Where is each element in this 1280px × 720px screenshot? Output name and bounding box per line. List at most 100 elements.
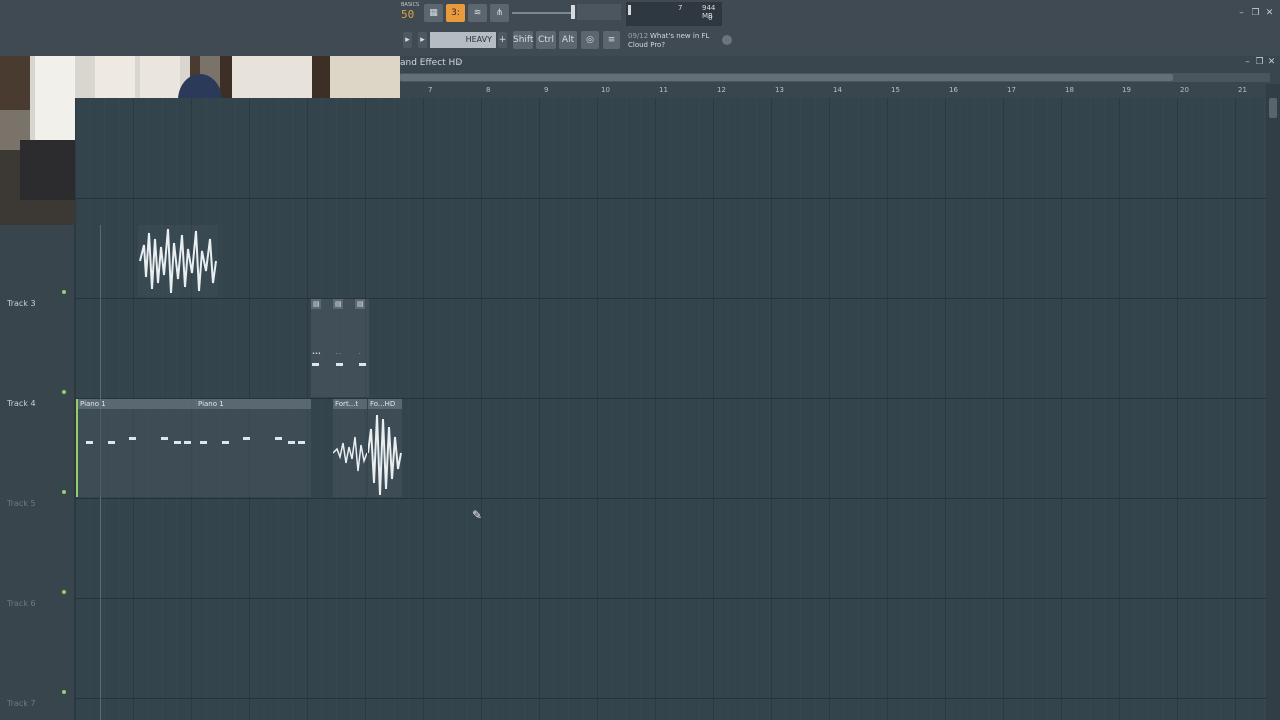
track-2-indicator[interactable]	[62, 290, 66, 294]
clip-title: Piano 1	[78, 399, 197, 409]
ruler-mark: 10	[601, 86, 610, 94]
pitch-slider[interactable]	[577, 4, 621, 20]
tempo-display[interactable]: 50	[401, 8, 414, 21]
toolbar: BASICS 50 ▦ 3: ≋ ⋔ 7 944 MB 0 ▸ ▸ HEAVY …	[0, 0, 1280, 56]
piano-clip[interactable]: Piano 1	[76, 399, 197, 497]
news-line-2[interactable]: Cloud Pro?	[628, 41, 665, 49]
track-list: Track 3 Track 4 Track 5 Track 6 Track 7	[0, 225, 75, 720]
playlist-restore-icon[interactable]: ❐	[1254, 57, 1265, 68]
note	[298, 441, 305, 444]
piano-clip[interactable]: Piano 1	[196, 399, 311, 497]
clip-menu-icon[interactable]: ▤	[333, 299, 343, 309]
wave-icon[interactable]: ≋	[468, 4, 487, 22]
track-3-indicator[interactable]	[62, 390, 66, 394]
note	[184, 441, 191, 444]
ruler-mark: 18	[1065, 86, 1074, 94]
metronome-icon[interactable]: ⋔	[490, 4, 509, 22]
shift-button[interactable]: Shift	[513, 31, 533, 49]
pattern-selector[interactable]: HEAVY	[430, 32, 496, 48]
news-date: 09/12	[628, 32, 649, 40]
track-label-6[interactable]: Track 6	[7, 599, 36, 608]
waveform	[139, 228, 217, 294]
ruler-mark: 19	[1122, 86, 1131, 94]
master-volume-slider[interactable]	[512, 12, 572, 14]
clip-menu-icon[interactable]: ▤	[355, 299, 365, 309]
note	[275, 437, 282, 440]
track-label-3[interactable]: Track 3	[7, 299, 36, 308]
plus-icon[interactable]: +	[498, 32, 507, 48]
track-5-indicator[interactable]	[62, 590, 66, 594]
ruler-mark: 14	[833, 86, 842, 94]
note	[359, 363, 366, 366]
news-icon[interactable]: ≡	[603, 31, 620, 49]
note	[243, 437, 250, 440]
track-label-5[interactable]: Track 5	[7, 499, 36, 508]
track-label-4[interactable]: Track 4	[7, 399, 36, 408]
note	[222, 441, 229, 444]
track-4-indicator[interactable]	[62, 490, 66, 494]
row-divider	[75, 698, 1266, 699]
ruler-mark: 7	[428, 86, 433, 94]
vertical-scrollbar[interactable]	[1266, 84, 1280, 720]
track-label-7[interactable]: Track 7	[7, 699, 36, 708]
polyphony-count: 0	[708, 14, 713, 22]
note	[312, 363, 319, 366]
minimize-icon[interactable]: –	[1236, 8, 1247, 19]
cpu-monitor: 7 944 MB 0	[626, 2, 722, 26]
audio-clip[interactable]: Fo...HD	[368, 399, 402, 497]
horizontal-scrollbar[interactable]	[400, 73, 1270, 82]
ruler-mark: 11	[659, 86, 668, 94]
cpu-value: 7	[678, 4, 683, 12]
note	[336, 363, 343, 366]
volume-handle[interactable]	[571, 5, 575, 19]
pattern-clip[interactable]: ▤ ·	[355, 299, 369, 397]
playlist-close-icon[interactable]: ✕	[1266, 57, 1277, 68]
note	[288, 441, 295, 444]
row-divider	[75, 298, 1266, 299]
audio-clip[interactable]	[138, 225, 218, 297]
horizontal-scroll-thumb[interactable]	[400, 74, 1173, 81]
note	[161, 437, 168, 440]
note	[86, 441, 93, 444]
audio-clip[interactable]: Fort...t	[333, 399, 367, 497]
note	[200, 441, 207, 444]
maximize-icon[interactable]: ❐	[1250, 8, 1261, 19]
close-icon[interactable]: ✕	[1264, 8, 1275, 19]
playlist-minimize-icon[interactable]: –	[1242, 57, 1253, 68]
clip-menu-icon[interactable]: ▤	[311, 299, 321, 309]
clip-title: Fo...HD	[368, 399, 402, 409]
globe-icon[interactable]: ◎	[581, 31, 599, 49]
row-divider	[75, 198, 1266, 199]
ruler-mark: 9	[544, 86, 549, 94]
alt-button[interactable]: Alt	[559, 31, 577, 49]
ruler-mark: 13	[775, 86, 784, 94]
note	[129, 437, 136, 440]
waveform	[333, 436, 367, 472]
note	[174, 441, 181, 444]
ruler-mark: 17	[1007, 86, 1016, 94]
step-seq-icon[interactable]: 3:	[446, 4, 465, 22]
ruler-mark: 15	[891, 86, 900, 94]
row-divider	[75, 498, 1266, 499]
ruler-mark: 8	[486, 86, 491, 94]
note	[108, 441, 115, 444]
online-icon[interactable]	[722, 35, 732, 45]
play-small-icon[interactable]: ▸	[418, 32, 427, 48]
news-line-1[interactable]: What's new in FL	[650, 32, 709, 40]
pattern-clip[interactable]: ▤ •••	[311, 299, 333, 397]
clip-title: Fort...t	[333, 399, 367, 409]
ctrl-button[interactable]: Ctrl	[536, 31, 556, 49]
ruler-mark: 16	[949, 86, 958, 94]
ruler-mark: 20	[1180, 86, 1189, 94]
row-divider	[75, 598, 1266, 599]
vertical-scroll-thumb[interactable]	[1269, 98, 1277, 118]
timeline-ruler[interactable]: 7 8 9 10 11 12 13 14 15 16 17 18 19 20 2…	[400, 84, 1266, 99]
piano-roll-icon[interactable]: ▦	[424, 4, 443, 22]
arrow-left-icon[interactable]: ▸	[403, 32, 412, 48]
track-6-indicator[interactable]	[62, 690, 66, 694]
chevron-right-icon: ›	[457, 58, 461, 67]
pattern-clip[interactable]: ▤ · ·	[333, 299, 355, 397]
waveform	[368, 414, 402, 496]
clip-title: Piano 1	[196, 399, 311, 409]
pattern-label: HEAVY	[465, 35, 492, 44]
